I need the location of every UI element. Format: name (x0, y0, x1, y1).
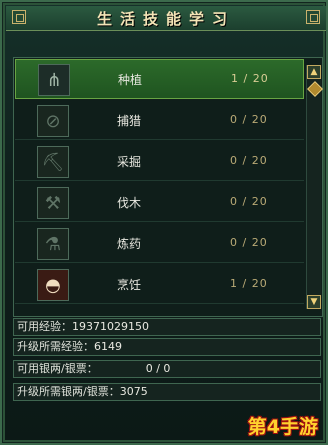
available-exp-value: 19371029150 (72, 320, 149, 333)
available-exp-label: 可用经验： (17, 320, 72, 333)
skill-progress: 0 / 20 (230, 113, 268, 126)
scrollbar[interactable]: ▲ ▼ (306, 65, 323, 309)
skill-progress: 0 / 20 (230, 236, 268, 249)
skill-progress: 0 / 20 (230, 154, 268, 167)
skill-name: 捕猎 (117, 114, 142, 128)
available-silver-value: 0 / 0 (145, 362, 171, 375)
skill-row[interactable]: ⋔ 种植 1 / 20 (15, 59, 304, 99)
skill-row[interactable]: ◓ 烹饪 1 / 20 (15, 265, 304, 304)
upgrade-silver-label: 升级所需银两/银票： (17, 385, 120, 398)
skill-progress: 1 / 20 (231, 72, 269, 85)
skill-name: 烹饪 (117, 278, 142, 292)
upgrade-silver-line: 升级所需银两/银票：3075 (13, 383, 321, 401)
skill-row[interactable]: ⊘ 捕猎 0 / 20 (15, 101, 304, 140)
life-skill-window: 生活技能学习 ⋔ 种植 1 / 20 ⊘ 捕猎 0 / 20 ⛏ 采掘 0 / 20 ⚒ 伐木 0 /… (0, 0, 328, 445)
potion-icon: ⚗ (37, 228, 69, 260)
window-title: 生活技能学习 (96, 10, 235, 28)
scroll-thumb[interactable] (307, 81, 323, 97)
skill-row[interactable]: ⛏ 采掘 0 / 20 (15, 142, 304, 181)
skill-name: 种植 (118, 73, 143, 87)
upgrade-exp-line: 升级所需经验：6149 (13, 338, 321, 356)
scroll-down-button[interactable]: ▼ (307, 295, 321, 309)
skill-list: ⋔ 种植 1 / 20 ⊘ 捕猎 0 / 20 ⛏ 采掘 0 / 20 ⚒ 伐木 0 / 20 ⚗ 炼药 0… (15, 59, 304, 306)
skill-row[interactable]: ⚒ 伐木 0 / 20 (15, 183, 304, 222)
dumpling-dish-icon: ◓ (37, 269, 69, 301)
scroll-up-button[interactable]: ▲ (307, 65, 321, 79)
skill-progress: 0 / 20 (230, 195, 268, 208)
shovel-icon: ⛏ (37, 146, 69, 178)
available-silver-line: 可用银两/银票： 0 / 0 (13, 360, 321, 378)
available-exp-line: 可用经验：19371029150 (13, 318, 321, 336)
skill-name: 炼药 (117, 237, 142, 251)
upgrade-exp-label: 升级所需经验： (17, 340, 94, 353)
skill-list-panel: ⋔ 种植 1 / 20 ⊘ 捕猎 0 / 20 ⛏ 采掘 0 / 20 ⚒ 伐木 0 / 20 ⚗ 炼药 0… (13, 57, 323, 317)
rake-icon: ⋔ (38, 64, 70, 96)
skill-name: 采掘 (117, 155, 142, 169)
skill-name: 伐木 (117, 196, 142, 210)
watermark-logo: 第4手游 (247, 416, 318, 438)
upgrade-exp-value: 6149 (94, 340, 122, 353)
upgrade-silver-value: 3075 (119, 385, 148, 398)
available-silver-label: 可用银两/银票： (17, 362, 98, 375)
axe-icon: ⚒ (37, 187, 69, 219)
skill-progress: 1 / 20 (230, 277, 268, 290)
skill-row[interactable]: ⚗ 炼药 0 / 20 (15, 224, 304, 263)
title-bar[interactable]: 生活技能学习 (6, 6, 326, 31)
trap-icon: ⊘ (37, 105, 69, 137)
window-ornament-icon (306, 10, 320, 24)
